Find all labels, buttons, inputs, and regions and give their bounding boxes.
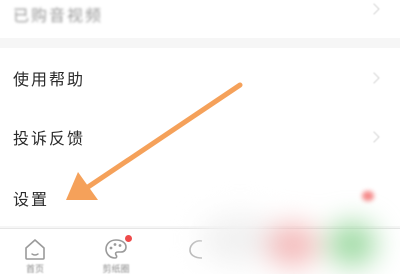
- menu-item-label: 投诉反馈: [13, 129, 86, 148]
- tab-papercut-circle[interactable]: 剪纸圈: [86, 229, 146, 274]
- menu-item-label: 使用帮助: [13, 70, 86, 89]
- partial-tab-icon: [189, 240, 203, 259]
- chevron-right-icon: [368, 3, 380, 15]
- menu-item-help[interactable]: 使用帮助: [0, 48, 400, 108]
- screen: 已购音视频 使用帮助 投诉反馈 设置 首页 剪纸圈: [0, 0, 400, 274]
- menu-item-settings[interactable]: 设置: [0, 166, 400, 226]
- tab-label: 首页: [25, 265, 44, 274]
- bottom-tab-bar: 首页 剪纸圈: [0, 228, 400, 274]
- menu-item-purchased-media[interactable]: 已购音视频: [0, 0, 400, 38]
- menu-item-label: 已购音视频: [13, 6, 104, 25]
- tab-home[interactable]: 首页: [5, 229, 65, 274]
- menu-item-label: 设置: [13, 190, 50, 209]
- menu-item-feedback[interactable]: 投诉反馈: [0, 108, 400, 166]
- home-icon: [25, 239, 45, 260]
- chevron-right-icon: [368, 131, 380, 143]
- notification-badge-icon: [125, 235, 132, 242]
- tab-label: 剪纸圈: [102, 265, 130, 274]
- notification-dot-icon: [362, 191, 374, 201]
- tab-partial[interactable]: [165, 229, 225, 274]
- chevron-right-icon: [368, 72, 380, 84]
